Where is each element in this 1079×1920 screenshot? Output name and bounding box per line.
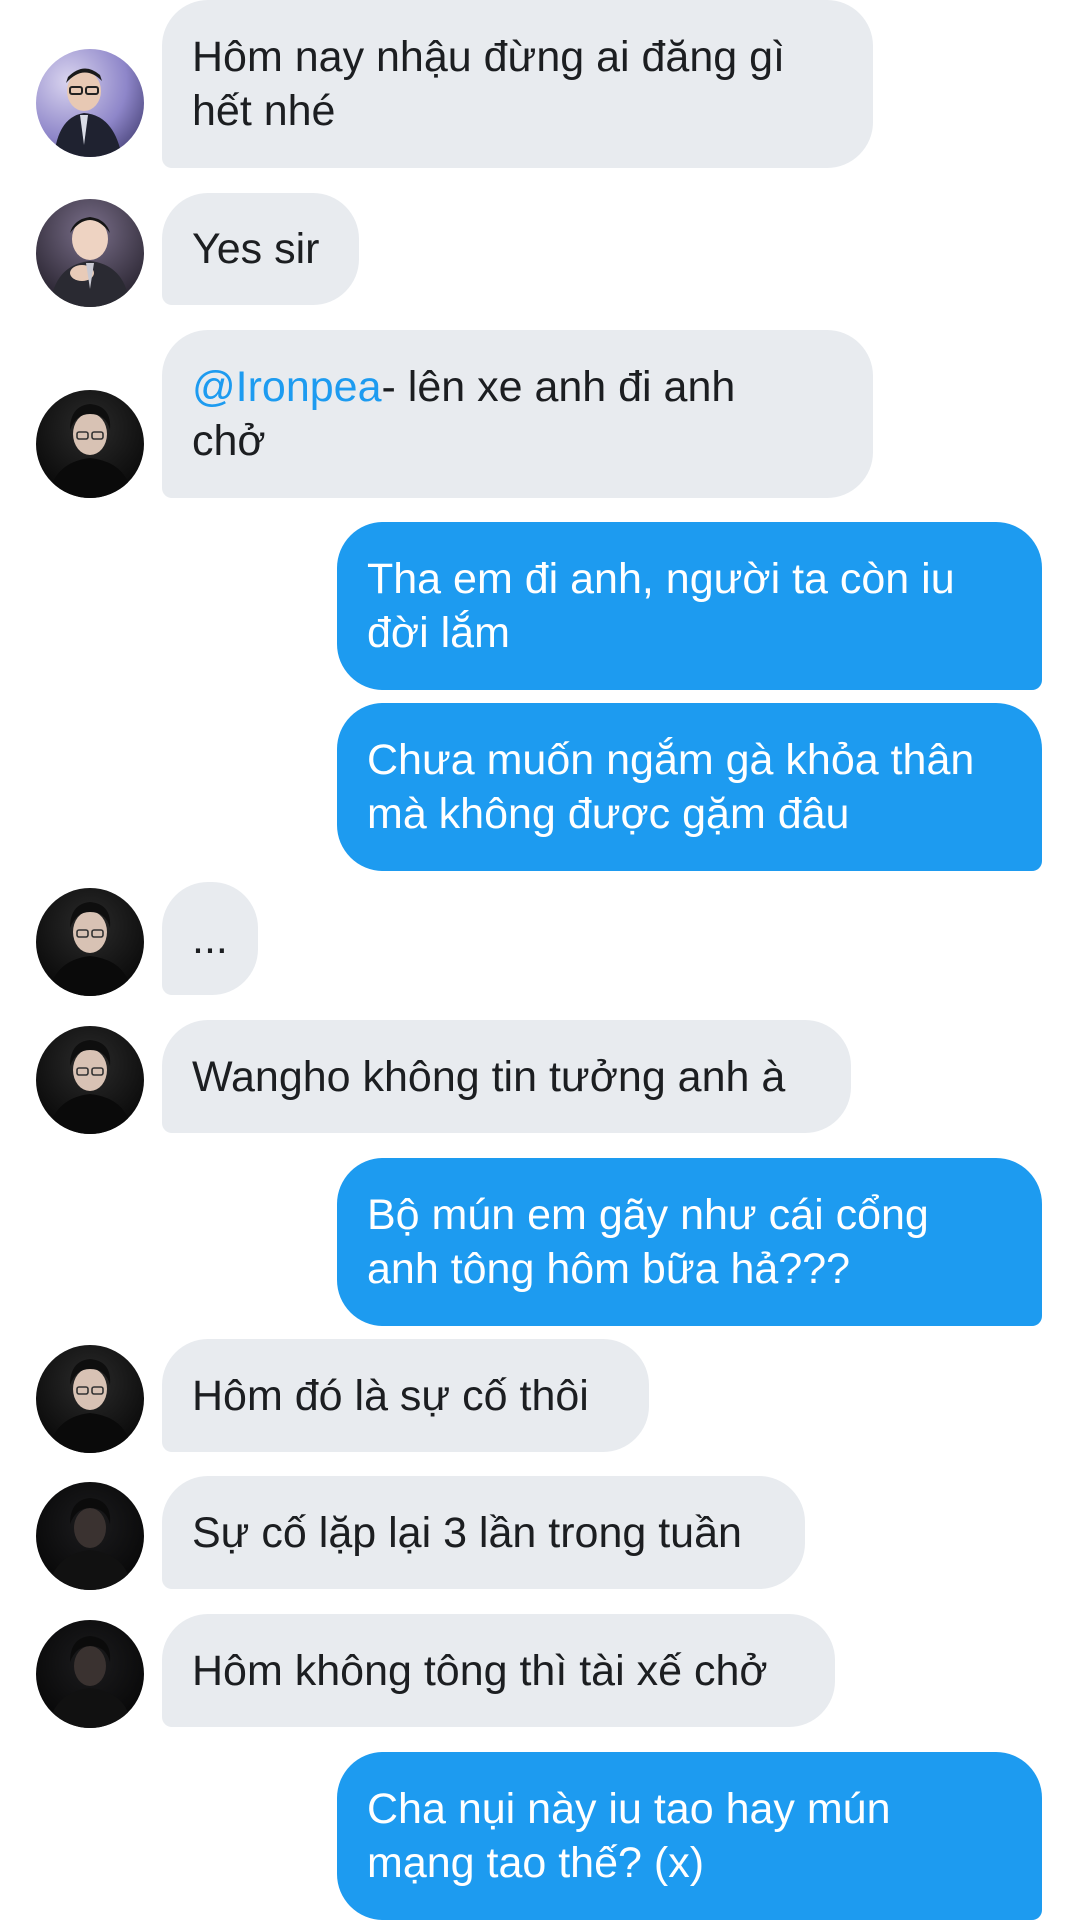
message-text: @Ironpea- lên xe anh đi anh chở [192, 363, 736, 465]
message-text: Bộ mún em gãy như cái cổng anh tông hôm … [367, 1191, 929, 1293]
mention-link[interactable]: @Ironpea [192, 363, 382, 411]
message-text: Hôm không tông thì tài xế chở [192, 1646, 768, 1695]
message-text: Hôm đó là sự cố thôi [192, 1371, 589, 1420]
message-bubble-incoming: Hôm không tông thì tài xế chở [162, 1614, 835, 1727]
message-bubble-incoming: Yes sir [162, 193, 359, 305]
message-text: ... [192, 914, 228, 963]
message-text: Yes sir [192, 225, 320, 273]
message-bubble-outgoing: Chưa muốn ngắm gà khỏa thân mà không đượ… [337, 703, 1042, 871]
avatar-dark[interactable] [36, 1482, 144, 1590]
message-text: Sự cố lặp lại 3 lần trong tuần [192, 1508, 742, 1557]
message-bubble-outgoing: Tha em đi anh, người ta còn iu đời lắm [337, 522, 1042, 690]
message-bubble-incoming: Sự cố lặp lại 3 lần trong tuần [162, 1476, 805, 1589]
message-text: Hôm nay nhậu đừng ai đăng gì hết nhé [192, 33, 785, 135]
message-text: Tha em đi anh, người ta còn iu đời lắm [367, 555, 955, 657]
message-bubble-incoming: Hôm nay nhậu đừng ai đăng gì hết nhé [162, 0, 873, 168]
avatar-black-shirt[interactable] [36, 1345, 144, 1453]
avatar-black-shirt[interactable] [36, 1026, 144, 1134]
message-bubble-outgoing: Bộ mún em gãy như cái cổng anh tông hôm … [337, 1158, 1042, 1326]
message-bubble-incoming: Wangho không tin tưởng anh à [162, 1020, 851, 1133]
message-text: Chưa muốn ngắm gà khỏa thân mà không đượ… [367, 736, 975, 838]
avatar-suit-glasses[interactable] [36, 49, 144, 157]
avatar-dark[interactable] [36, 1620, 144, 1728]
message-bubble-incoming: ... [162, 882, 258, 995]
avatar-black-shirt[interactable] [36, 888, 144, 996]
message-bubble-outgoing: Cha nụi này iu tao hay mún mạng tao thế?… [337, 1752, 1042, 1920]
message-text: Wangho không tin tưởng anh à [192, 1052, 786, 1101]
avatar-black-shirt[interactable] [36, 390, 144, 498]
message-bubble-incoming: Hôm đó là sự cố thôi [162, 1339, 649, 1452]
message-text: Cha nụi này iu tao hay mún mạng tao thế?… [367, 1785, 891, 1887]
message-bubble-incoming: @Ironpea- lên xe anh đi anh chở [162, 330, 873, 498]
avatar-suit-hand[interactable] [36, 199, 144, 307]
